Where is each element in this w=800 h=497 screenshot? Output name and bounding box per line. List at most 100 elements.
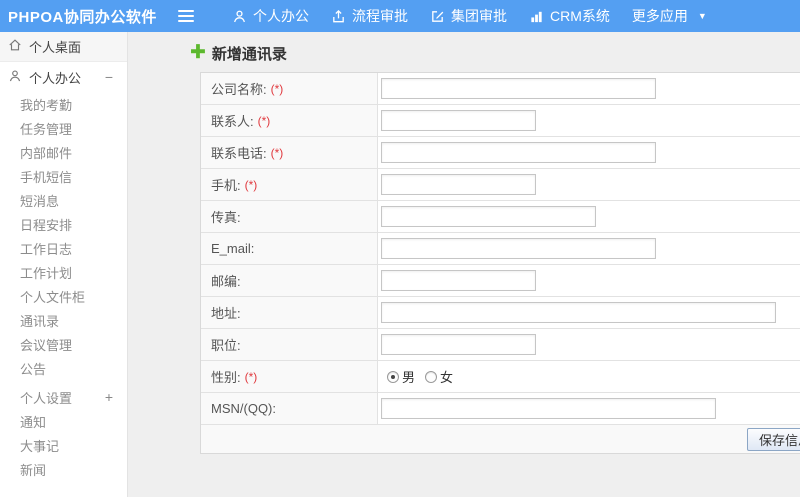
sidebar-item-task-management[interactable]: 任务管理 bbox=[0, 116, 127, 140]
menu-item-group-approval[interactable]: 集团审批 bbox=[430, 6, 507, 26]
page-title-text: 新增通讯录 bbox=[211, 45, 287, 63]
sidebar-item-label: 我的考勤 bbox=[20, 97, 73, 113]
position-input[interactable] bbox=[381, 334, 536, 355]
sidebar-item-internal-mail[interactable]: 内部邮件 bbox=[0, 140, 127, 164]
user-icon bbox=[8, 69, 22, 86]
sidebar-item-file-cabinet[interactable]: 个人文件柜 bbox=[0, 284, 127, 308]
form-footer: 保存信息 bbox=[201, 425, 800, 454]
menu-item-personal-office[interactable]: 个人办公 bbox=[232, 6, 309, 26]
sidebar-item-label: 任务管理 bbox=[20, 121, 73, 137]
sidebar-item-attendance[interactable]: 我的考勤 bbox=[0, 92, 127, 116]
sidebar-item-sms[interactable]: 手机短信 bbox=[0, 164, 127, 188]
sidebar-item-news[interactable]: 新闻 bbox=[0, 457, 127, 481]
menu-label: 个人办公 bbox=[253, 8, 309, 24]
menu-item-workflow-approval[interactable]: 流程审批 bbox=[331, 6, 408, 26]
contact-person-input[interactable] bbox=[381, 110, 536, 131]
sidebar-item-label: 个人文件柜 bbox=[20, 289, 86, 305]
sidebar-item-announcement[interactable]: 公告 bbox=[0, 356, 127, 380]
sidebar-item-short-message[interactable]: 短消息 bbox=[0, 188, 127, 212]
sidebar-item-label: 公告 bbox=[20, 361, 47, 377]
required-marker: (*) bbox=[257, 113, 271, 128]
new-contact-form: 公司名称: (*) 联系人: (*) 联系电话: (*) 手机: (*) 传真: E_m bbox=[200, 72, 800, 454]
sidebar-group-personal-office[interactable]: 个人办公 − bbox=[0, 62, 127, 92]
form-row-fax: 传真: bbox=[201, 201, 800, 233]
form-row-address: 地址: bbox=[201, 297, 800, 329]
field-label: 联系人: bbox=[211, 114, 254, 129]
share-icon bbox=[331, 9, 346, 24]
sidebar-item-label: 短消息 bbox=[20, 193, 60, 209]
field-label: MSN/(QQ): bbox=[211, 401, 276, 416]
company-name-input[interactable] bbox=[381, 78, 656, 99]
collapse-icon[interactable]: − bbox=[105, 69, 113, 85]
gender-male-option[interactable]: 男 bbox=[387, 367, 415, 386]
form-row-gender: 性别: (*) 男 女 bbox=[201, 361, 800, 393]
sidebar-item-notice[interactable]: 通知 bbox=[0, 409, 127, 433]
app-title: PHPOA协同办公软件 bbox=[8, 8, 157, 26]
required-marker: (*) bbox=[270, 145, 284, 160]
mobile-input[interactable] bbox=[381, 174, 536, 195]
top-menu: 个人办公 流程审批 集团审批 CRM系统 更多应用 ▼ bbox=[210, 6, 707, 26]
zip-code-input[interactable] bbox=[381, 270, 536, 291]
sidebar-item-meeting-management[interactable]: 会议管理 bbox=[0, 332, 127, 356]
sidebar-item-desktop[interactable]: 个人桌面 bbox=[0, 32, 127, 62]
topbar: PHPOA协同办公软件 个人办公 流程审批 集团审批 CRM系统 更多应用 ▼ bbox=[0, 0, 800, 32]
field-label: E_mail: bbox=[211, 241, 255, 256]
sidebar-item-label: 大事记 bbox=[20, 438, 60, 454]
menu-label: 流程审批 bbox=[352, 8, 408, 24]
sidebar-item-label: 内部邮件 bbox=[20, 145, 73, 161]
edit-icon bbox=[430, 9, 445, 24]
page-title: ✚ 新增通讯录 bbox=[190, 42, 800, 64]
field-label: 联系电话: bbox=[211, 146, 267, 161]
add-icon: ✚ bbox=[190, 42, 206, 63]
chevron-down-icon: ▼ bbox=[697, 11, 707, 21]
bar-chart-icon bbox=[529, 9, 544, 24]
menu-item-crm-system[interactable]: CRM系统 bbox=[529, 6, 610, 26]
form-row-position: 职位: bbox=[201, 329, 800, 361]
form-row-zip-code: 邮编: bbox=[201, 265, 800, 297]
gender-female-option[interactable]: 女 bbox=[425, 367, 453, 386]
form-row-contact-person: 联系人: (*) bbox=[201, 105, 800, 137]
required-marker: (*) bbox=[244, 177, 258, 192]
form-row-email: E_mail: bbox=[201, 233, 800, 265]
form-row-msn-qq: MSN/(QQ): bbox=[201, 393, 800, 425]
sidebar-item-label: 日程安排 bbox=[20, 217, 73, 233]
sidebar-item-work-log[interactable]: 工作日志 bbox=[0, 236, 127, 260]
menu-label: 更多应用 bbox=[631, 8, 688, 24]
home-icon bbox=[8, 38, 22, 55]
email-input[interactable] bbox=[381, 238, 656, 259]
sidebar: 个人桌面 个人办公 − 我的考勤 任务管理 内部邮件 手机短信 短消息 日程安排… bbox=[0, 32, 128, 497]
radio-checked-icon[interactable] bbox=[387, 370, 399, 383]
sidebar-item-work-plan[interactable]: 工作计划 bbox=[0, 260, 127, 284]
hamburger-menu-icon[interactable] bbox=[174, 6, 198, 26]
sidebar-item-label: 会议管理 bbox=[20, 337, 73, 353]
required-marker: (*) bbox=[270, 81, 284, 96]
sidebar-item-label: 个人桌面 bbox=[29, 40, 82, 55]
sidebar-item-label: 新闻 bbox=[20, 462, 47, 478]
field-label: 职位: bbox=[211, 338, 241, 353]
field-label: 邮编: bbox=[211, 274, 241, 289]
field-label: 传真: bbox=[211, 210, 241, 225]
sidebar-item-schedule[interactable]: 日程安排 bbox=[0, 212, 127, 236]
sidebar-group-personal-settings[interactable]: 个人设置 + bbox=[0, 385, 127, 409]
phone-input[interactable] bbox=[381, 142, 656, 163]
menu-item-more-apps[interactable]: 更多应用 ▼ bbox=[632, 6, 707, 26]
expand-icon[interactable]: + bbox=[105, 389, 113, 405]
sidebar-group-label: 个人设置 bbox=[20, 390, 73, 406]
sidebar-item-label: 工作日志 bbox=[20, 241, 73, 257]
radio-unchecked-icon[interactable] bbox=[425, 370, 438, 383]
sidebar-item-label: 工作计划 bbox=[20, 265, 73, 281]
fax-input[interactable] bbox=[381, 206, 596, 227]
menu-label: CRM系统 bbox=[550, 8, 610, 24]
msn-qq-input[interactable] bbox=[381, 398, 716, 419]
sidebar-item-label: 通知 bbox=[20, 414, 47, 430]
content-area: ✚ 新增通讯录 公司名称: (*) 联系人: (*) 联系电话: (*) 手机: (*) bbox=[128, 32, 800, 497]
address-input[interactable] bbox=[381, 302, 776, 323]
sidebar-item-milestones[interactable]: 大事记 bbox=[0, 433, 127, 457]
sidebar-group-label: 个人办公 bbox=[29, 70, 82, 86]
field-label: 地址: bbox=[211, 306, 241, 321]
sidebar-item-label: 手机短信 bbox=[20, 169, 73, 185]
save-button[interactable]: 保存信息 bbox=[747, 428, 800, 451]
sidebar-item-contacts[interactable]: 通讯录 bbox=[0, 308, 127, 332]
field-label: 公司名称: bbox=[211, 82, 267, 97]
radio-label: 男 bbox=[402, 370, 416, 385]
